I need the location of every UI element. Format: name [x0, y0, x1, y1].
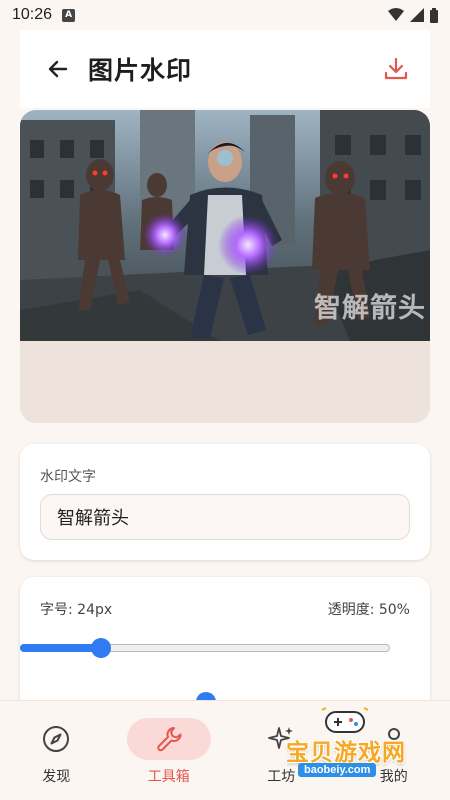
font-size-slider[interactable]: [20, 638, 390, 660]
nav-label-mine: 我的: [379, 769, 408, 785]
back-button[interactable]: [38, 49, 78, 89]
nav-label-discover: 发现: [42, 769, 71, 785]
nav-item-workshop[interactable]: 工坊: [225, 701, 338, 800]
arrow-left-icon: [48, 60, 68, 78]
slider-thumb[interactable]: [91, 638, 112, 658]
nav-label-workshop: 工坊: [267, 769, 296, 785]
app-bar: 图片水印: [20, 30, 430, 108]
watermark-text-input[interactable]: 智解箭头: [40, 494, 410, 540]
nav-label-toolbox: 工具箱: [147, 769, 190, 785]
nav-item-mine[interactable]: 我的: [338, 701, 450, 800]
signal-icon: [410, 8, 424, 22]
page-title: 图片水印: [88, 56, 193, 85]
slider-labels-row: 字号: 24px 透明度: 50%: [40, 599, 410, 619]
opacity-label: 透明度: 50%: [327, 602, 410, 618]
download-button[interactable]: [378, 51, 414, 87]
download-icon: [384, 57, 408, 80]
nav-item-discover[interactable]: 发现: [0, 701, 113, 800]
font-size-label: 字号: 24px: [40, 602, 113, 618]
status-time: 10:26: [12, 6, 53, 23]
status-indicators: [388, 7, 438, 23]
watermark-text-card: 水印文字 智解箭头: [20, 444, 430, 560]
wrench-icon: [157, 727, 182, 752]
battery-icon: [430, 7, 438, 23]
status-bar: 10:26 A: [0, 0, 450, 30]
nav-item-toolbox[interactable]: 工具箱: [113, 701, 226, 800]
compass-icon: [43, 726, 70, 752]
bottom-navigation: 发现 工具箱 工坊 我的: [0, 700, 450, 800]
sparkle-icon: [268, 727, 294, 749]
watermark-text: 智解箭头: [314, 293, 426, 324]
notification-icon: A: [62, 8, 76, 22]
wifi-icon: [388, 8, 404, 21]
preview-card: 智解箭头: [20, 110, 430, 423]
slider-fill: [20, 644, 102, 652]
person-icon: [382, 728, 405, 751]
watermark-text-label: 水印文字: [40, 469, 96, 485]
